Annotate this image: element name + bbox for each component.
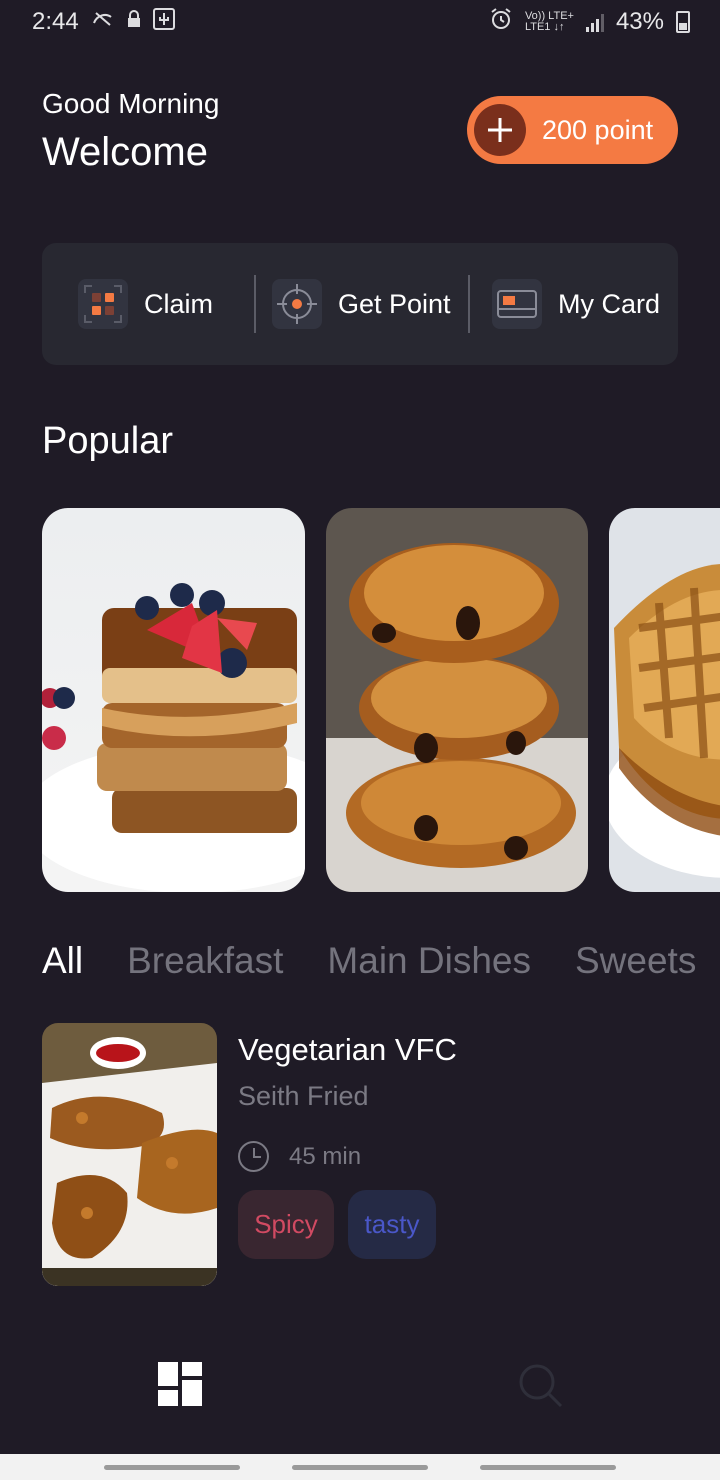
signal-icon [585,12,604,32]
recipe-time: 45 min [238,1141,361,1172]
claim-label: Claim [144,288,214,319]
my-card-button[interactable]: My Card [470,243,678,365]
status-right: Vo)) LTE+ LTE1 ↓↑ 43% [489,7,690,37]
quick-actions-panel: Claim Get Point My Card [42,243,678,365]
recipe-time-label: 45 min [289,1142,362,1170]
status-time: 2:44 [32,8,79,35]
claim-button[interactable]: Claim [42,243,254,365]
popular-card-pain-au-chocolat[interactable] [326,508,588,892]
target-icon [272,279,322,329]
clock-icon [238,1141,269,1172]
search-icon[interactable] [517,1362,563,1408]
plus-icon [474,104,526,156]
points-button[interactable]: 200 point [467,96,678,164]
battery-icon [676,11,690,33]
pain-au-chocolat-image [326,508,588,892]
points-label: 200 point [542,114,654,145]
dashboard-icon[interactable] [158,1362,202,1406]
fried-chicken-image [42,1023,217,1286]
tag-spicy[interactable]: Spicy [238,1190,334,1259]
tab-all[interactable]: All [42,940,83,982]
get-point-label: Get Point [338,288,451,319]
tab-breakfast[interactable]: Breakfast [127,940,283,982]
back-button[interactable] [480,1465,616,1470]
category-tabs: All Breakfast Main Dishes Sweets [42,940,696,982]
network-indicator: Vo)) LTE+ LTE1 ↓↑ [524,10,574,33]
tab-main-dishes[interactable]: Main Dishes [327,940,531,982]
tab-sweets[interactable]: Sweets [575,940,696,982]
status-left: 2:44 [32,8,175,36]
claim-icon [78,279,128,329]
usb-icon [152,8,175,36]
popular-card-waffle[interactable] [609,508,720,892]
recent-apps-button[interactable] [104,1465,240,1470]
home-button[interactable] [292,1465,428,1470]
alarm-icon [489,7,513,37]
status-bar: 2:44 Vo)) LTE+ LTE1 ↓↑ 43% [0,0,720,44]
recipe-title: Vegetarian VFC [238,1032,457,1067]
card-icon [492,279,542,329]
welcome-title: Welcome [42,130,208,174]
recipe-image[interactable] [42,1023,217,1286]
french-toast-image [42,508,305,892]
snooze-icon [91,9,115,35]
system-navigation-bar [0,1454,720,1480]
my-card-label: My Card [558,288,661,319]
battery-percent: 43% [615,8,664,35]
recipe-subtitle: Seith Fried [238,1081,369,1111]
popular-card-french-toast[interactable] [42,508,305,892]
waffle-image [609,508,720,892]
lock-icon [127,10,141,34]
popular-title: Popular [42,420,173,462]
greeting-text: Good Morning [42,88,220,119]
get-point-button[interactable]: Get Point [256,243,468,365]
tag-tasty[interactable]: tasty [348,1190,436,1259]
